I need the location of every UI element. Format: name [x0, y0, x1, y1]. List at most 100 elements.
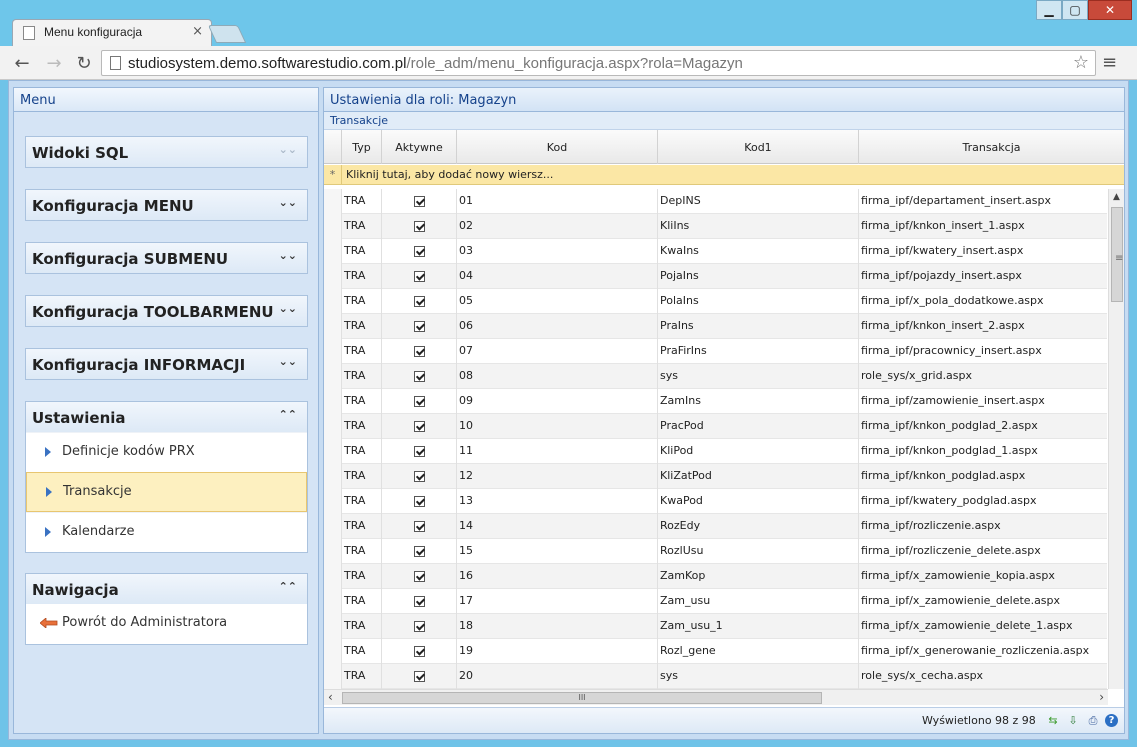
- column-header-kod1[interactable]: Kod1: [658, 130, 859, 164]
- cell-typ[interactable]: TRA: [342, 439, 382, 464]
- table-row[interactable]: TRA 19 Rozl_gene firma_ipf/x_generowanie_ro…: [324, 639, 1107, 664]
- cell-kod1[interactable]: KliZatPod: [658, 464, 859, 489]
- column-header-typ[interactable]: Typ: [342, 130, 382, 164]
- cell-transakcja[interactable]: firma_ipf/x_zamowienie_delete_1.aspx: [859, 614, 1107, 639]
- cell-typ[interactable]: TRA: [342, 664, 382, 689]
- cell-aktywne[interactable]: [382, 639, 457, 664]
- cell-typ[interactable]: TRA: [342, 264, 382, 289]
- scroll-left-icon[interactable]: ‹: [328, 690, 333, 704]
- forward-icon[interactable]: →: [42, 51, 66, 75]
- menu-item-transakcje[interactable]: Transakcje: [26, 472, 307, 512]
- help-icon[interactable]: ?: [1105, 714, 1118, 727]
- table-row[interactable]: TRA 05 PolaIns firma_ipf/x_pola_dodatkowe.a…: [324, 289, 1107, 314]
- cell-aktywne[interactable]: [382, 389, 457, 414]
- cell-typ[interactable]: TRA: [342, 539, 382, 564]
- cell-transakcja[interactable]: firma_ipf/kwatery_insert.aspx: [859, 239, 1107, 264]
- chevron-down-icon[interactable]: ⌄⌄: [279, 143, 297, 156]
- cell-kod1[interactable]: KliPod: [658, 439, 859, 464]
- cell-aktywne[interactable]: [382, 264, 457, 289]
- close-window-button[interactable]: ✕: [1088, 0, 1132, 20]
- table-row[interactable]: TRA 12 KliZatPod firma_ipf/knkon_podglad.as…: [324, 464, 1107, 489]
- cell-typ[interactable]: TRA: [342, 464, 382, 489]
- cell-kod1[interactable]: sys: [658, 364, 859, 389]
- active-checkbox[interactable]: [413, 645, 425, 657]
- table-row[interactable]: TRA 08 sys role_sys/x_grid.aspx: [324, 364, 1107, 389]
- active-checkbox[interactable]: [413, 445, 425, 457]
- cell-kod1[interactable]: RozlUsu: [658, 539, 859, 564]
- cell-aktywne[interactable]: [382, 614, 457, 639]
- refresh-icon[interactable]: ⇆: [1046, 714, 1060, 728]
- cell-kod1[interactable]: sys: [658, 664, 859, 689]
- cell-kod[interactable]: 08: [457, 364, 658, 389]
- print-icon[interactable]: ⎙: [1086, 714, 1100, 728]
- bookmark-star-icon[interactable]: ☆: [1073, 52, 1089, 73]
- table-row[interactable]: TRA 20 sys role_sys/x_cecha.aspx: [324, 664, 1107, 689]
- cell-transakcja[interactable]: firma_ipf/rozliczenie_delete.aspx: [859, 539, 1107, 564]
- cell-transakcja[interactable]: firma_ipf/knkon_insert_1.aspx: [859, 214, 1107, 239]
- chevron-down-icon[interactable]: ⌄⌄: [279, 249, 297, 262]
- cell-kod1[interactable]: Rozl_gene: [658, 639, 859, 664]
- cell-typ[interactable]: TRA: [342, 239, 382, 264]
- cell-kod1[interactable]: Zam_usu: [658, 589, 859, 614]
- chevron-down-icon[interactable]: ⌄⌄: [279, 196, 297, 209]
- group-header[interactable]: Konfiguracja SUBMENU ⌄⌄: [26, 243, 307, 273]
- cell-transakcja[interactable]: firma_ipf/departament_insert.aspx: [859, 189, 1107, 214]
- table-row[interactable]: TRA 01 DepINS firma_ipf/departament_insert.…: [324, 189, 1107, 214]
- cell-typ[interactable]: TRA: [342, 364, 382, 389]
- cell-transakcja[interactable]: firma_ipf/x_generowanie_rozliczenia.aspx: [859, 639, 1107, 664]
- table-row[interactable]: TRA 18 Zam_usu_1 firma_ipf/x_zamowienie_del…: [324, 614, 1107, 639]
- cell-transakcja[interactable]: firma_ipf/knkon_podglad_1.aspx: [859, 439, 1107, 464]
- active-checkbox[interactable]: [413, 370, 425, 382]
- cell-kod[interactable]: 15: [457, 539, 658, 564]
- group-header[interactable]: Konfiguracja MENU ⌄⌄: [26, 190, 307, 220]
- cell-aktywne[interactable]: [382, 539, 457, 564]
- cell-aktywne[interactable]: [382, 414, 457, 439]
- group-konfiguracja-menu[interactable]: Konfiguracja MENU ⌄⌄: [25, 189, 308, 221]
- active-checkbox[interactable]: [413, 220, 425, 232]
- active-checkbox[interactable]: [413, 195, 425, 207]
- cell-kod[interactable]: 09: [457, 389, 658, 414]
- cell-kod1[interactable]: ZamKop: [658, 564, 859, 589]
- table-row[interactable]: TRA 09 ZamIns firma_ipf/zamowienie_insert.a…: [324, 389, 1107, 414]
- active-checkbox[interactable]: [413, 570, 425, 582]
- vertical-scrollbar[interactable]: ▲ ≡: [1108, 189, 1124, 689]
- active-checkbox[interactable]: [413, 245, 425, 257]
- cell-kod1[interactable]: ZamIns: [658, 389, 859, 414]
- column-header-aktywne[interactable]: Aktywne: [382, 130, 457, 164]
- cell-transakcja[interactable]: firma_ipf/knkon_podglad_2.aspx: [859, 414, 1107, 439]
- cell-aktywne[interactable]: [382, 564, 457, 589]
- active-checkbox[interactable]: [413, 520, 425, 532]
- cell-kod[interactable]: 11: [457, 439, 658, 464]
- cell-transakcja[interactable]: firma_ipf/x_zamowienie_delete.aspx: [859, 589, 1107, 614]
- cell-kod1[interactable]: PraFirIns: [658, 339, 859, 364]
- table-row[interactable]: TRA 17 Zam_usu firma_ipf/x_zamowienie_delet…: [324, 589, 1107, 614]
- menu-item-definicje-kodow-prx[interactable]: Definicje kodów PRX: [26, 432, 307, 472]
- cell-kod[interactable]: 05: [457, 289, 658, 314]
- chevron-down-icon[interactable]: ⌄⌄: [279, 355, 297, 368]
- column-header-transakcja[interactable]: Transakcja: [859, 130, 1124, 164]
- table-row[interactable]: TRA 10 PracPod firma_ipf/knkon_podglad_2.as…: [324, 414, 1107, 439]
- cell-kod1[interactable]: DepINS: [658, 189, 859, 214]
- add-new-row[interactable]: * Kliknij tutaj, aby dodać nowy wiersz..…: [324, 165, 1124, 185]
- active-checkbox[interactable]: [413, 670, 425, 682]
- cell-kod[interactable]: 04: [457, 264, 658, 289]
- cell-typ[interactable]: TRA: [342, 639, 382, 664]
- cell-transakcja[interactable]: firma_ipf/pracownicy_insert.aspx: [859, 339, 1107, 364]
- scroll-right-icon[interactable]: ›: [1099, 690, 1104, 704]
- cell-typ[interactable]: TRA: [342, 414, 382, 439]
- tab-close-icon[interactable]: ×: [192, 24, 203, 39]
- cell-kod[interactable]: 13: [457, 489, 658, 514]
- cell-kod[interactable]: 14: [457, 514, 658, 539]
- cell-kod[interactable]: 12: [457, 464, 658, 489]
- table-row[interactable]: TRA 03 KwaIns firma_ipf/kwatery_insert.aspx: [324, 239, 1107, 264]
- group-konfiguracja-toolbarmenu[interactable]: Konfiguracja TOOLBARMENU ⌄⌄: [25, 295, 308, 327]
- cell-kod[interactable]: 02: [457, 214, 658, 239]
- horizontal-scrollbar[interactable]: ‹ III ›: [324, 689, 1108, 705]
- maximize-button[interactable]: ▢: [1062, 0, 1088, 20]
- cell-aktywne[interactable]: [382, 364, 457, 389]
- active-checkbox[interactable]: [413, 345, 425, 357]
- menu-item-powrot-do-administratora[interactable]: Powrót do Administratora: [26, 604, 307, 644]
- group-widoki-sql[interactable]: Widoki SQL ⌄⌄: [25, 136, 308, 168]
- cell-aktywne[interactable]: [382, 664, 457, 689]
- cell-transakcja[interactable]: firma_ipf/kwatery_podglad.aspx: [859, 489, 1107, 514]
